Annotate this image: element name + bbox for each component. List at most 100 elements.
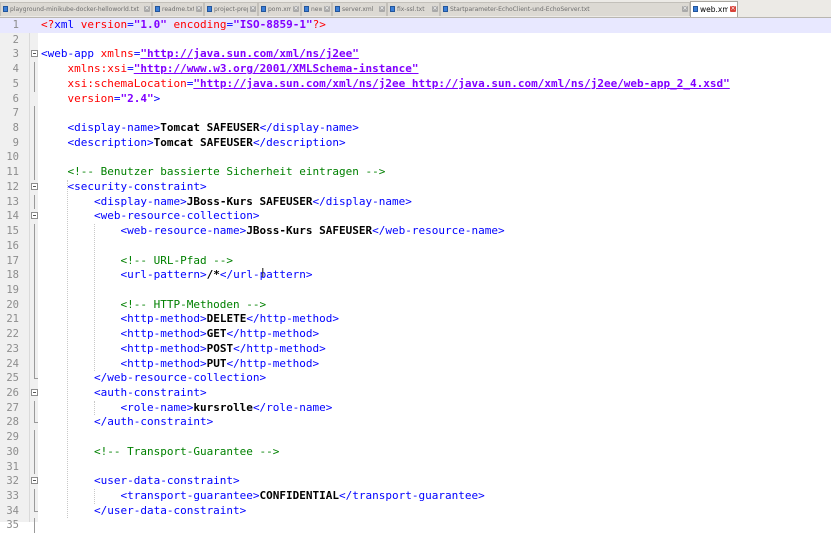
code-line[interactable]: 12 <security-constraint> — [0, 180, 831, 195]
close-icon[interactable]: × — [324, 6, 330, 12]
code-line[interactable]: 9 <description>Tomcat SAFEUSER</descript… — [0, 135, 831, 151]
fold-toggle-icon[interactable] — [31, 212, 38, 220]
code-line[interactable]: 32 <user-data-constraint> — [0, 474, 831, 489]
code-line[interactable]: 4 xmlns:xsi="http://www.w3.org/2001/XMLS… — [0, 62, 831, 77]
tab-pom-xml[interactable]: pom.xml× — [258, 2, 301, 16]
fold-line-marker — [34, 268, 35, 283]
code-line[interactable]: 5 xsi:schemaLocation="http://java.sun.co… — [0, 76, 831, 92]
code-line[interactable]: 3 <web-app xmlns="http://java.sun.com/xml… — [0, 47, 831, 62]
code-line[interactable]: 31 — [0, 459, 831, 475]
code-line[interactable]: 2 — [0, 33, 831, 48]
line-number: 6 — [12, 92, 19, 105]
code-token: </transport-guarantee> — [339, 489, 485, 503]
file-icon — [693, 6, 698, 12]
line-number: 35 — [6, 519, 19, 532]
code-line[interactable]: 11 <!-- Benutzer bassierte Sicherheit ei… — [0, 165, 831, 180]
fold-toggle-icon[interactable] — [31, 50, 38, 58]
close-icon[interactable]: × — [432, 6, 438, 12]
fold-toggle-icon[interactable] — [31, 477, 38, 485]
fold-line-marker — [34, 62, 35, 77]
tab-project-prep-txt[interactable]: project-prep.txt× — [204, 2, 258, 16]
line-number: 28 — [6, 416, 19, 429]
line-number: 29 — [6, 431, 19, 444]
code-editor[interactable]: 1 <?xml version="1.0" encoding="ISO-8859-… — [0, 18, 831, 533]
code-line[interactable]: 30 <!-- Transport-Guarantee --> — [0, 444, 831, 460]
line-number: 17 — [6, 254, 19, 267]
code-token: "1.0" — [133, 18, 167, 31]
line-number: 1 — [12, 19, 19, 31]
code-line[interactable]: 21 <http-method>DELETE</http-method> — [0, 312, 831, 328]
code-text: version="2.4"> — [41, 91, 161, 107]
fold-toggle-icon[interactable] — [31, 182, 38, 190]
tab-fix-ssl-txt[interactable]: fix-ssl.txt × — [387, 2, 440, 16]
tab-web-xml[interactable]: web.xml× — [690, 1, 738, 17]
code-line[interactable]: 20 <!-- HTTP-Methoden --> — [0, 297, 831, 313]
code-line[interactable]: 25 </web-resource-collection> — [0, 371, 831, 386]
code-line[interactable]: 15 <web-resource-name>JBoss-Kurs SAFEUSE… — [0, 224, 831, 239]
code-line[interactable]: 18 <url-pattern>/*</url-pattern> — [0, 268, 831, 283]
fold-line-marker — [34, 224, 35, 239]
code-line[interactable]: 1 <?xml version="1.0" encoding="ISO-8859-… — [0, 18, 831, 33]
code-token: xsi:schemaLocation — [67, 76, 187, 90]
code-token: "http://java.sun.com/xml/ns/j2ee http://… — [193, 76, 730, 90]
fold-line-marker — [34, 327, 35, 342]
code-token: kursrolle — [193, 400, 253, 414]
close-icon[interactable]: × — [379, 6, 385, 12]
code-line[interactable]: 8 <display-name>Tomcat SAFEUSER</display… — [0, 121, 831, 136]
fold-line-marker — [34, 518, 35, 533]
fold-line-marker — [34, 489, 35, 504]
tab-readme-txt[interactable]: readme.txt × — [152, 2, 204, 16]
code-line[interactable]: 19 — [0, 282, 831, 298]
fold-line-marker — [34, 76, 35, 92]
tab-label: readme.txt — [162, 6, 194, 13]
fold-line-marker — [34, 444, 35, 460]
tab-startparameter-echoclient-und-echoserver-txt[interactable]: Startparameter-EchoClient-und-EchoServer… — [440, 2, 690, 16]
close-icon[interactable]: × — [250, 6, 256, 12]
code-token: CONFIDENTIAL — [259, 489, 340, 503]
code-line[interactable]: 28 </auth-constraint> — [0, 415, 831, 430]
code-line[interactable]: 7 — [0, 106, 831, 122]
code-line[interactable]: 14 <web-resource-collection> — [0, 209, 831, 224]
code-token: "http://java.sun.com/xml/ns/j2ee" — [140, 47, 359, 61]
code-line[interactable]: 24 <http-method>PUT</http-method> — [0, 356, 831, 372]
close-icon[interactable]: × — [682, 6, 688, 12]
close-icon[interactable]: × — [730, 6, 736, 12]
code-token: > — [153, 91, 161, 105]
line-number: 12 — [6, 180, 19, 193]
code-token: /* — [206, 268, 220, 282]
code-line[interactable]: 17 <!-- URL-Pfad --> — [0, 253, 831, 269]
line-number: 11 — [6, 166, 19, 179]
code-line[interactable]: 16 — [0, 238, 831, 254]
code-line[interactable]: 22 <http-method>GET</http-method> — [0, 327, 831, 342]
code-line[interactable]: 6 version="2.4"> — [0, 92, 831, 107]
line-number: 31 — [6, 460, 19, 473]
code-line[interactable]: 29 — [0, 430, 831, 445]
code-line[interactable]: 35 — [0, 518, 831, 533]
fold-line-marker — [34, 430, 35, 445]
code-line[interactable]: 26 <auth-constraint> — [0, 386, 831, 401]
code-line[interactable]: 23 <http-method>POST</http-method> — [0, 341, 831, 357]
code-line[interactable]: 27 <role-name>kursrolle</role-name> — [0, 400, 831, 416]
fold-line-marker — [34, 150, 35, 166]
code-text: <user-data-constraint> — [41, 474, 240, 489]
tab-playground-minikube-docker-helloworld-txt[interactable]: playground-minikube-docker-helloworld.tx… — [0, 2, 152, 16]
code-token: </http-method> — [226, 356, 320, 370]
code-token: "http://www.w3.org/2001/XMLSchema-instan… — [133, 62, 419, 76]
close-icon[interactable]: × — [196, 6, 202, 12]
code-text: <!-- URL-Pfad --> — [41, 254, 233, 269]
code-line[interactable]: 13 <display-name>JBoss-Kurs SAFEUSER</di… — [0, 194, 831, 210]
line-number: 15 — [6, 225, 19, 238]
code-line[interactable]: 34 </user-data-constraint> — [0, 503, 831, 519]
tab-server-xml[interactable]: server.xml × — [332, 2, 387, 16]
code-line[interactable]: 10 — [0, 150, 831, 166]
close-icon[interactable]: × — [144, 6, 150, 12]
tab-new-1[interactable]: new 1× — [301, 2, 332, 16]
fold-end-marker — [34, 503, 38, 512]
line-number: 26 — [6, 387, 19, 399]
tab-label: Startparameter-EchoClient-und-EchoServer… — [450, 6, 590, 13]
code-token: POST — [206, 341, 234, 355]
fold-toggle-icon[interactable] — [31, 389, 38, 396]
code-line[interactable]: 33 <transport-guarantee>CONFIDENTIAL</tr… — [0, 489, 831, 504]
close-icon[interactable]: × — [293, 6, 299, 12]
